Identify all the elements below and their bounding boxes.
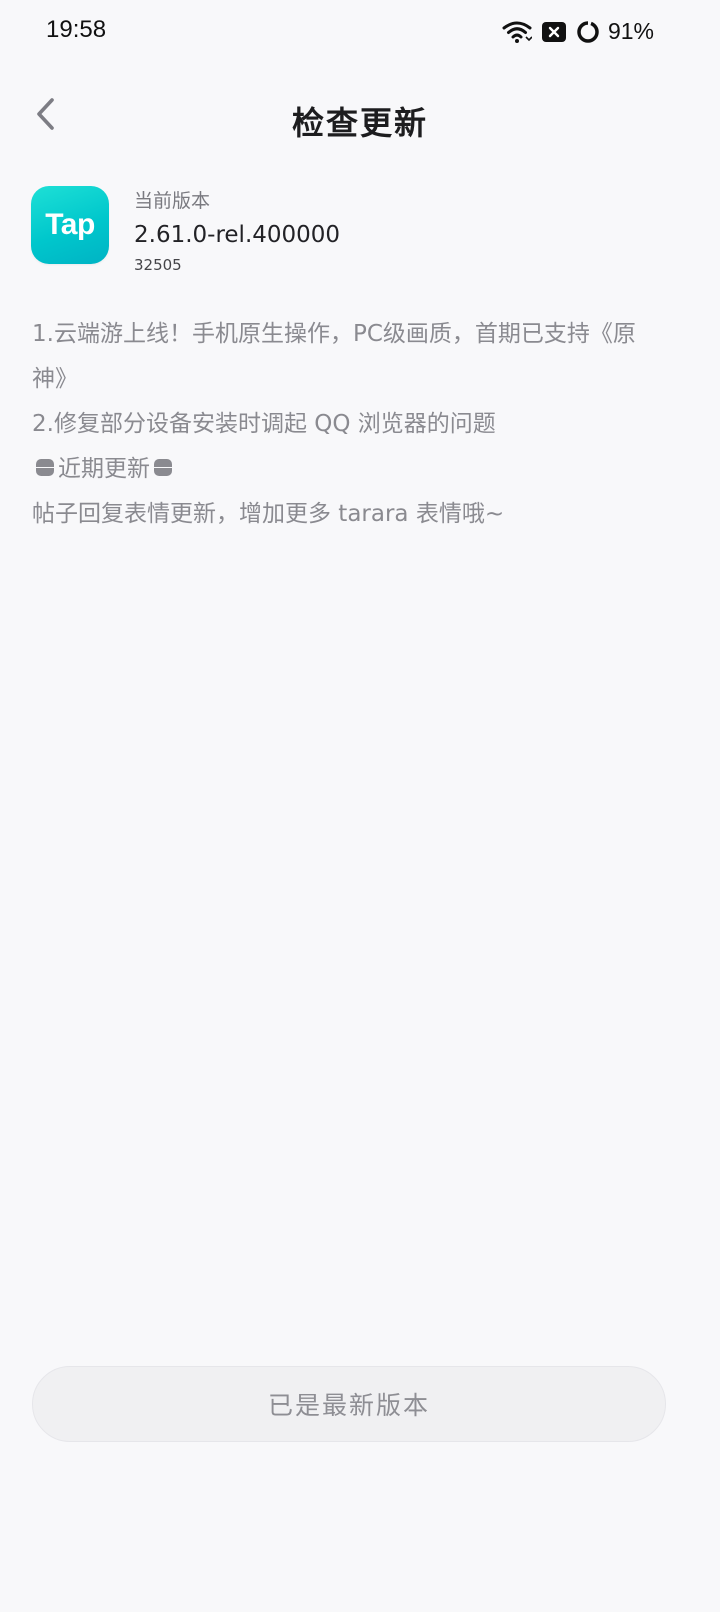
- update-check-screen: 19:58 91% 检查更新 Tap 当前版本 2.61.0-rel.40000…: [0, 0, 720, 1612]
- status-bar: 19:58 91%: [0, 0, 720, 64]
- version-block: 当前版本 2.61.0-rel.400000 32505: [134, 188, 340, 276]
- page-title: 检查更新: [291, 104, 428, 142]
- recent-updates-label: 近期更新: [58, 456, 150, 482]
- release-note-line: 2.修复部分设备安装时调起 QQ 浏览器的问题: [32, 411, 496, 437]
- release-note-line: 1.云端游上线！手机原生操作，PC级画质，首期已支持《原神》: [32, 321, 636, 392]
- build-number: 32505: [134, 256, 182, 274]
- status-icons: 91%: [502, 18, 654, 45]
- section-marker-icon: [154, 459, 172, 476]
- release-note-line: 帖子回复表情更新，增加更多 tarara 表情哦~: [32, 501, 505, 527]
- recent-updates-heading: 近期更新: [32, 447, 662, 492]
- latest-version-button[interactable]: 已是最新版本: [32, 1366, 666, 1442]
- app-logo: Tap: [31, 186, 109, 264]
- release-notes: 1.云端游上线！手机原生操作，PC级画质，首期已支持《原神》 2.修复部分设备安…: [32, 312, 662, 537]
- section-marker-icon: [36, 459, 54, 476]
- app-logo-text: Tap: [45, 208, 95, 241]
- battery-percent: 91%: [607, 18, 654, 44]
- app-info: Tap 当前版本 2.61.0-rel.400000 32505: [31, 186, 340, 276]
- status-time: 19:58: [46, 16, 107, 43]
- notification-x-icon: [541, 21, 566, 42]
- wifi-icon: [502, 20, 532, 44]
- battery-ring-icon: [576, 20, 600, 44]
- version-label: 当前版本: [134, 190, 211, 212]
- header-bar: 检查更新: [0, 80, 720, 156]
- version-number: 2.61.0-rel.400000: [134, 222, 341, 248]
